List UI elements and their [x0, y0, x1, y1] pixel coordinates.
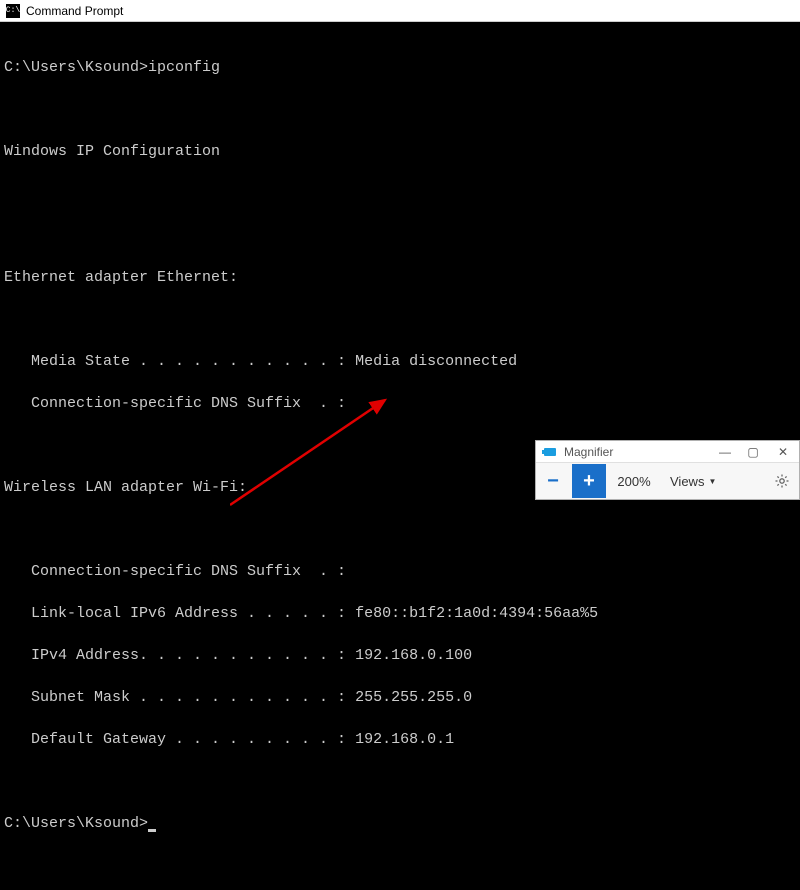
titlebar[interactable]: C:\ Command Prompt: [0, 0, 800, 22]
link-local-label: Link-local IPv6 Address . . . . . :: [4, 605, 346, 622]
ipv4-value: 192.168.0.100: [346, 647, 472, 664]
gear-icon: [774, 473, 790, 489]
zoom-level-label: 200%: [606, 474, 662, 489]
subnet-label: Subnet Mask . . . . . . . . . . . :: [4, 689, 346, 706]
magnifier-window[interactable]: Magnifier — ▢ ✕ − + 200% Views ▼: [535, 440, 800, 500]
magnifier-titlebar[interactable]: Magnifier — ▢ ✕: [536, 441, 799, 463]
magnifier-app-icon: [542, 445, 560, 459]
subnet-value: 255.255.255.0: [346, 689, 472, 706]
minimize-button[interactable]: —: [711, 441, 739, 463]
ipv4-label: IPv4 Address. . . . . . . . . . . :: [4, 647, 346, 664]
eth-dns-suffix-label: Connection-specific DNS Suffix . :: [4, 395, 346, 412]
settings-button[interactable]: [765, 464, 799, 498]
views-label: Views: [670, 474, 704, 489]
chevron-down-icon: ▼: [708, 477, 716, 486]
cmd-icon: C:\: [6, 4, 20, 18]
magnifier-toolbar: − + 200% Views ▼: [536, 463, 799, 499]
ethernet-adapter-title: Ethernet adapter Ethernet:: [4, 267, 796, 288]
window-title: Command Prompt: [26, 4, 123, 18]
prompt: C:\Users\Ksound>: [4, 815, 148, 832]
gateway-label: Default Gateway . . . . . . . . . :: [4, 731, 346, 748]
views-dropdown[interactable]: Views ▼: [662, 474, 724, 489]
prompt: C:\Users\Ksound>: [4, 59, 148, 76]
cursor: [148, 829, 156, 832]
command-prompt-window: C:\ Command Prompt C:\Users\Ksound>ipcon…: [0, 0, 800, 500]
section-heading: Windows IP Configuration: [4, 141, 796, 162]
command-text: ipconfig: [148, 59, 220, 76]
wifi-dns-suffix-label: Connection-specific DNS Suffix . :: [4, 563, 346, 580]
restore-button[interactable]: ▢: [739, 441, 767, 463]
zoom-in-button[interactable]: +: [572, 464, 606, 498]
media-state-label: Media State . . . . . . . . . . . :: [4, 353, 346, 370]
gateway-value: 192.168.0.1: [346, 731, 454, 748]
link-local-value: fe80::b1f2:1a0d:4394:56aa%5: [346, 605, 598, 622]
close-button[interactable]: ✕: [767, 441, 799, 463]
zoom-out-button[interactable]: −: [536, 464, 570, 498]
media-state-value: Media disconnected: [346, 353, 517, 370]
magnifier-title: Magnifier: [564, 445, 711, 459]
